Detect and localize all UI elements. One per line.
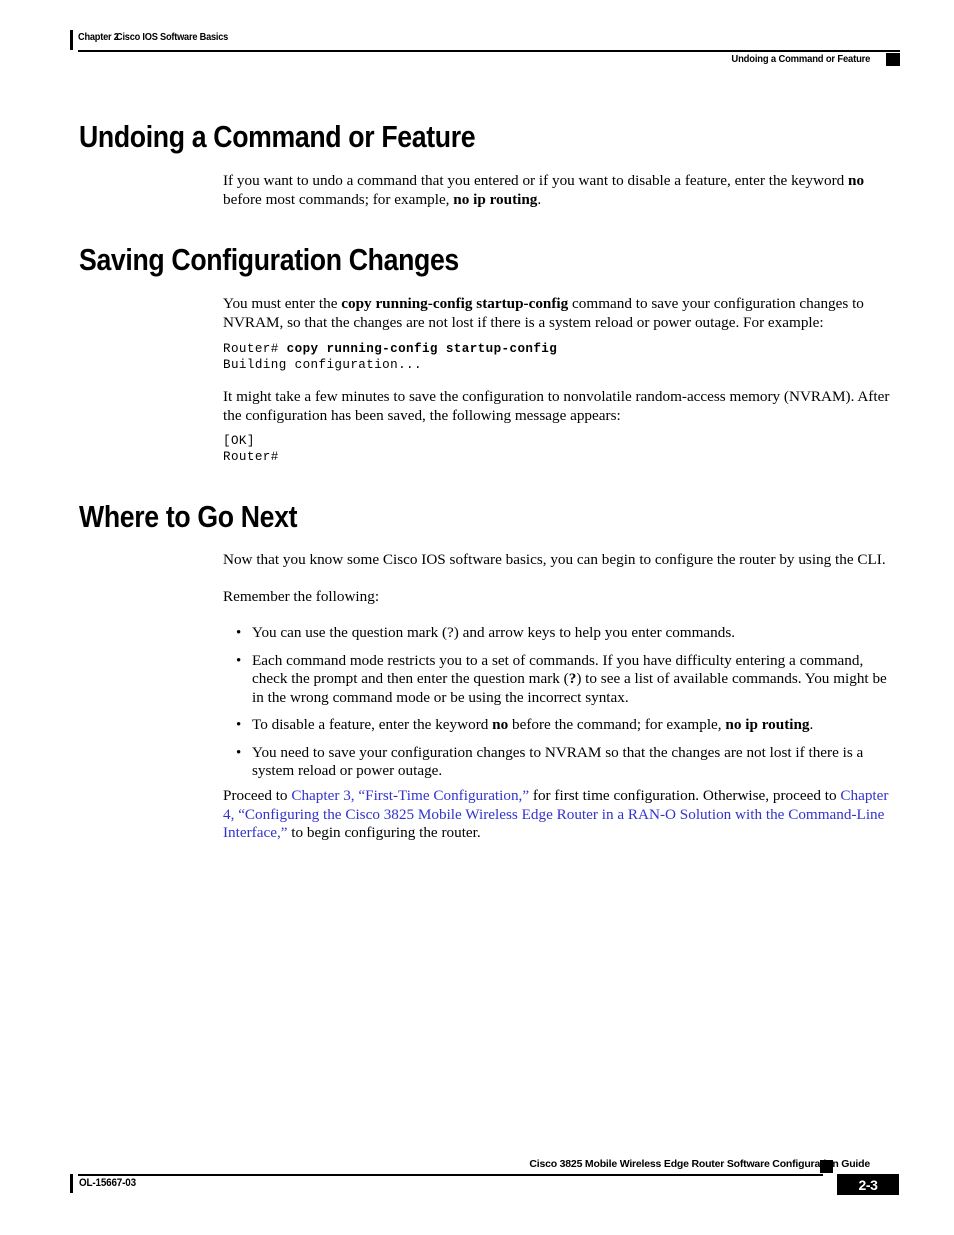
code-block-save-command: Router# copy running-config startup-conf… <box>223 341 895 373</box>
footer-tick-mark <box>70 1174 73 1193</box>
footer-page-number: 2-3 <box>837 1174 899 1195</box>
command-no-ip-routing: no ip routing <box>725 716 810 733</box>
text-fragment: To disable a feature, enter the keyword <box>252 716 493 733</box>
section-heading-saving-configuration-changes: Saving Configuration Changes <box>79 242 459 277</box>
command-keyword-no: no <box>848 172 865 189</box>
section-heading-undoing-a-command-or-feature: Undoing a Command or Feature <box>79 119 476 154</box>
command-keyword-no: no <box>492 716 509 733</box>
footer-guide-title: Cisco 3825 Mobile Wireless Edge Router S… <box>529 1158 870 1170</box>
footer-document-id: OL-15667-03 <box>79 1177 136 1189</box>
document-page: Chapter 2 Cisco IOS Software Basics Undo… <box>0 0 954 1235</box>
cross-reference-link-chapter-3[interactable]: Chapter 3, “First-Time Configuration,” <box>291 787 529 804</box>
text-fragment: before the command; for example, <box>508 716 726 733</box>
section-body-saving: You must enter the copy running-config s… <box>223 295 895 332</box>
command-copy-running-config: copy running-config startup-config <box>341 295 569 312</box>
paragraph-saving-nvram: It might take a few minutes to save the … <box>223 388 890 424</box>
code-line: [OK] <box>223 434 255 448</box>
closing-paragraph-wrap: Proceed to Chapter 3, “First-Time Config… <box>223 787 895 843</box>
text-fragment: Proceed to <box>223 787 292 804</box>
running-header-section-row: Undoing a Command or Feature <box>78 50 900 70</box>
paragraph-saving-intro: You must enter the copy running-config s… <box>223 295 895 332</box>
list-item: • You need to save your configuration ch… <box>223 744 895 781</box>
bullet-glyph-icon: • <box>236 744 242 761</box>
section-heading-where-to-go-next: Where to Go Next <box>79 499 298 534</box>
text-fragment: You need to save your configuration chan… <box>252 743 864 780</box>
bullet-glyph-icon: • <box>236 717 242 733</box>
cli-prompt: Router# <box>223 342 287 356</box>
code-line: Router# <box>223 450 279 464</box>
command-no-ip-routing: no ip routing <box>453 190 538 208</box>
bullet-glyph-icon: • <box>236 625 242 641</box>
list-item: • Each command mode restricts you to a s… <box>223 652 895 708</box>
paragraph-remember-lead-in: Remember the following: <box>223 587 380 605</box>
text-fragment: . <box>537 190 542 208</box>
header-chapter-title: Cisco IOS Software Basics <box>116 31 229 43</box>
section-body-undoing: If you want to undo a command that you e… <box>223 172 895 209</box>
cli-command: copy running-config startup-config <box>286 342 558 356</box>
paragraph-saving-nvram-wrap: It might take a few minutes to save the … <box>223 388 895 425</box>
code-line: Building configuration... <box>223 358 422 372</box>
text-fragment: for first time configuration. Otherwise,… <box>529 787 841 804</box>
footer-divider-rule <box>78 1174 823 1176</box>
text-fragment: You can use the question mark (?) and ar… <box>252 624 736 641</box>
text-fragment: before most commands; for example, <box>223 190 454 208</box>
header-section-title: Undoing a Command or Feature <box>731 53 870 65</box>
paragraph-proceed-to-chapters: Proceed to Chapter 3, “First-Time Config… <box>223 787 895 843</box>
text-fragment: You must enter the <box>223 295 342 312</box>
text-fragment: If you want to undo a command that you e… <box>223 172 849 189</box>
list-item: • You can use the question mark (?) and … <box>223 624 895 643</box>
paragraph-undoing-intro: If you want to undo a command that you e… <box>223 172 895 209</box>
list-item: • To disable a feature, enter the keywor… <box>223 716 895 735</box>
header-tick-mark <box>70 30 73 50</box>
code-line: Router# copy running-config startup-conf… <box>223 341 895 357</box>
section-body-where-to-go-next: Now that you know some Cisco IOS softwar… <box>223 551 895 606</box>
bullet-glyph-icon: • <box>236 652 242 669</box>
code-block-save-result: [OK] Router# <box>223 433 895 465</box>
header-chapter-label: Chapter 2 <box>78 31 119 43</box>
text-fragment: . <box>809 716 814 733</box>
text-fragment: to begin configuring the router. <box>287 824 481 841</box>
running-header: Chapter 2 Cisco IOS Software Basics <box>70 30 900 50</box>
footer-marker-square-icon <box>820 1160 833 1173</box>
header-marker-square-icon <box>886 53 900 66</box>
remember-bullet-list: • You can use the question mark (?) and … <box>223 624 895 790</box>
paragraph-next-intro: Now that you know some Cisco IOS softwar… <box>223 551 886 568</box>
